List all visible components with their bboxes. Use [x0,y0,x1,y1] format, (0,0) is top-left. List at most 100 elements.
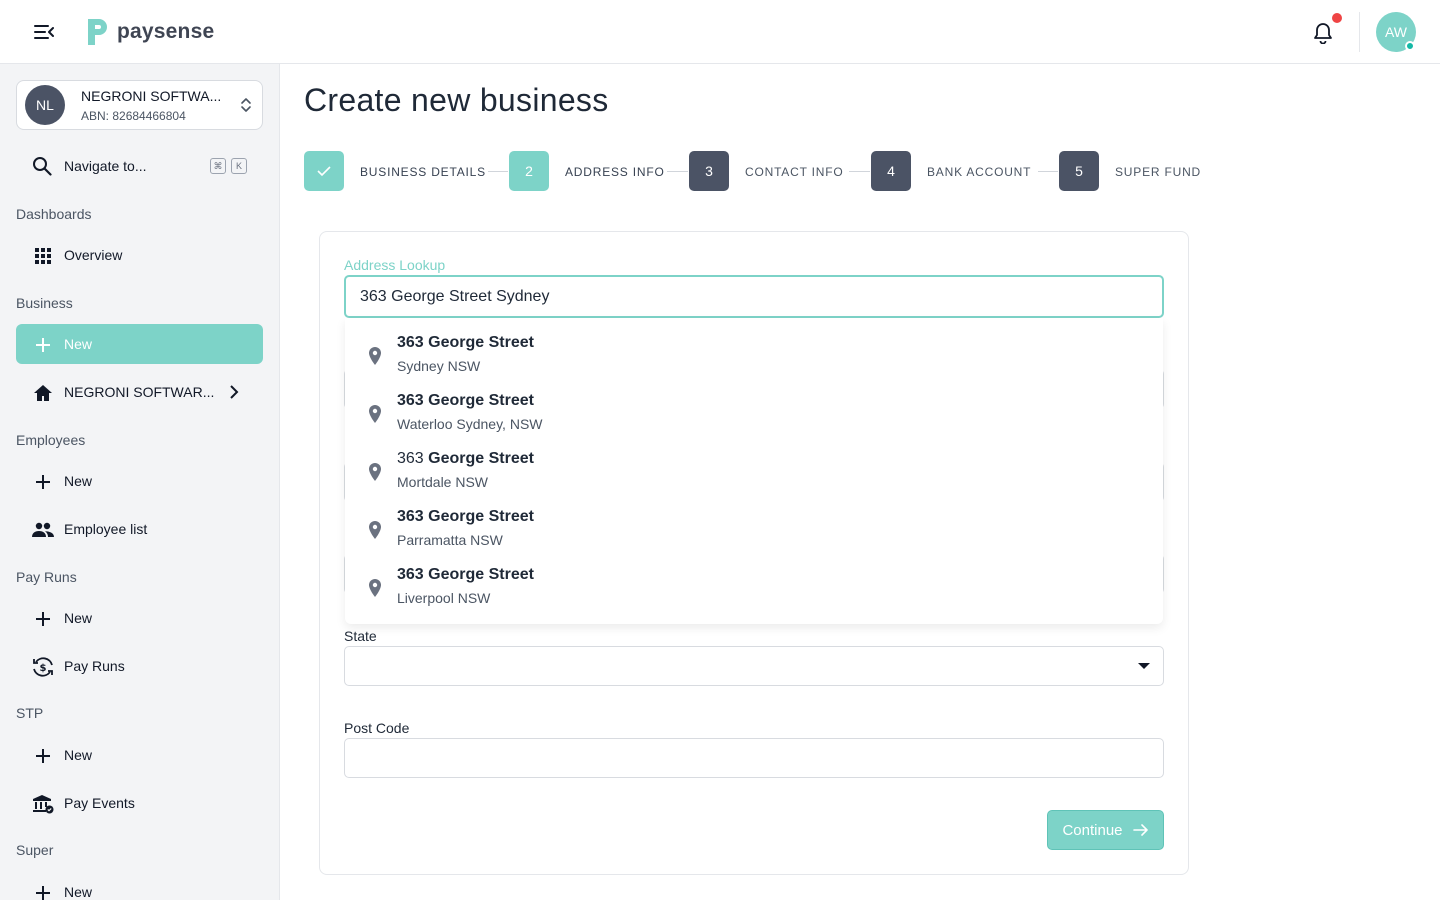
suggestion-locality: Mortdale NSW [397,474,489,490]
people-icon [32,519,54,541]
step-3-label: CONTACT INFO [745,165,844,179]
plus-icon [32,608,54,630]
search-icon [33,157,52,176]
sidebar-item-payruns-new[interactable]: New [16,598,263,638]
step-connector [667,171,688,172]
chevron-right-icon [230,385,239,399]
step-connector [488,171,508,172]
grid-icon [32,245,54,267]
app-logo[interactable]: paysense [85,16,214,48]
address-suggestion[interactable]: 363 George Street Mortdale NSW [345,434,1163,492]
sidebar-item-label: Pay Events [64,795,135,811]
bank-icon [32,793,54,815]
check-icon [317,166,331,177]
collapse-menu-icon[interactable] [32,20,56,44]
step-2-indicator[interactable]: 2 [509,151,549,191]
shortcut-cmd-key: ⌘ [210,158,226,174]
sidebar-item-business-org[interactable]: NEGRONI SOFTWAR... [16,372,263,412]
header-divider [1359,12,1360,52]
sidebar-item-business-new[interactable]: New [16,324,263,364]
location-pin-icon [369,405,381,423]
sidebar-item-stp-new[interactable]: New [16,735,263,775]
state-select[interactable] [344,646,1164,686]
shortcut-k-key: K [231,158,247,174]
org-avatar: NL [25,85,65,125]
section-pay-runs: Pay Runs [16,569,77,585]
address-suggestions-dropdown: 363 George Street Sydney NSW 363 George … [345,318,1163,624]
home-icon [32,382,54,404]
plus-icon [32,745,54,767]
step-1-label: BUSINESS DETAILS [360,165,486,179]
address-suggestion[interactable]: 363 George Street Sydney NSW [345,318,1163,376]
suggestion-street: 363 George Street [397,450,534,467]
section-employees: Employees [16,432,86,448]
sidebar-item-employee-list[interactable]: Employee list [16,509,263,549]
plus-icon [32,471,54,493]
online-status-dot [1405,41,1415,51]
section-stp: STP [16,705,44,721]
suggestion-locality: Liverpool NSW [397,590,491,606]
sidebar-item-label: Employee list [64,521,148,537]
suggestion-street: 363 George Street [397,334,534,351]
step-connector [1038,171,1058,172]
user-avatar-initials: AW [1384,24,1408,40]
address-lookup-label: Address Lookup [344,257,446,273]
logo-text: paysense [117,20,215,43]
section-business: Business [16,295,73,311]
sidebar-item-label: New [64,884,93,900]
step-connector [849,171,870,172]
suggestion-street: 363 George Street [397,508,534,525]
sidebar-item-label: NEGRONI SOFTWAR... [64,384,215,400]
sidebar-item-super-new[interactable]: New [16,872,263,900]
svg-text:$: $ [40,663,47,674]
navigate-label: Navigate to... [64,158,147,174]
sidebar-item-employees-new[interactable]: New [16,461,263,501]
step-5-label: SUPER FUND [1115,165,1202,179]
page-title: Create new business [304,82,609,118]
sidebar-item-label: New [64,610,93,626]
suggestion-locality: Parramatta NSW [397,532,503,548]
sidebar-item-pay-runs[interactable]: $ Pay Runs [16,646,263,686]
address-suggestion[interactable]: 363 George Street Waterloo Sydney, NSW [345,376,1163,434]
location-pin-icon [369,463,381,481]
step-4-label: BANK ACCOUNT [927,165,1032,179]
org-initials: NL [36,97,54,113]
state-label: State [344,628,377,644]
step-1-done-indicator[interactable] [304,151,344,191]
arrow-right-icon [1132,824,1148,836]
postcode-input[interactable] [344,738,1164,778]
sidebar-item-pay-events[interactable]: Pay Events [16,783,263,823]
location-pin-icon [369,347,381,365]
suggestion-locality: Waterloo Sydney, NSW [397,416,543,432]
sidebar-item-label: Pay Runs [64,658,125,674]
sidebar-item-label: New [64,473,93,489]
plus-icon [32,882,54,900]
continue-button[interactable]: Continue [1047,810,1164,850]
sidebar-item-overview[interactable]: Overview [16,235,263,275]
location-pin-icon [369,521,381,539]
sidebar-item-label: New [64,336,93,352]
navigate-search[interactable]: Navigate to... ⌘ K [16,146,263,186]
step-3-indicator: 3 [689,151,729,191]
section-super: Super [16,842,54,858]
address-lookup-input[interactable] [344,275,1164,318]
step-5-indicator: 5 [1059,151,1099,191]
org-abn: ABN: 82684466804 [81,109,186,123]
suggestion-street: 363 George Street [397,566,534,583]
address-suggestion[interactable]: 363 George Street Parramatta NSW [345,492,1163,550]
currency-exchange-icon: $ [32,656,54,678]
chevron-up-down-icon [241,98,251,112]
suggestion-locality: Sydney NSW [397,358,481,374]
suggestion-street: 363 George Street [397,392,534,409]
org-name: NEGRONI SOFTWA... [81,88,222,104]
notifications-bell-icon[interactable] [1310,20,1336,46]
location-pin-icon [369,579,381,597]
sidebar-item-label: New [64,747,93,763]
address-suggestion[interactable]: 363 George Street Liverpool NSW [345,550,1163,608]
top-bar: paysense AW [0,0,1440,64]
section-dashboards: Dashboards [16,206,92,222]
step-2-label: ADDRESS INFO [565,165,665,179]
plus-icon [32,334,54,356]
paysense-logo-icon [88,19,107,45]
organisation-switcher[interactable]: NL NEGRONI SOFTWA... ABN: 82684466804 [16,80,263,130]
